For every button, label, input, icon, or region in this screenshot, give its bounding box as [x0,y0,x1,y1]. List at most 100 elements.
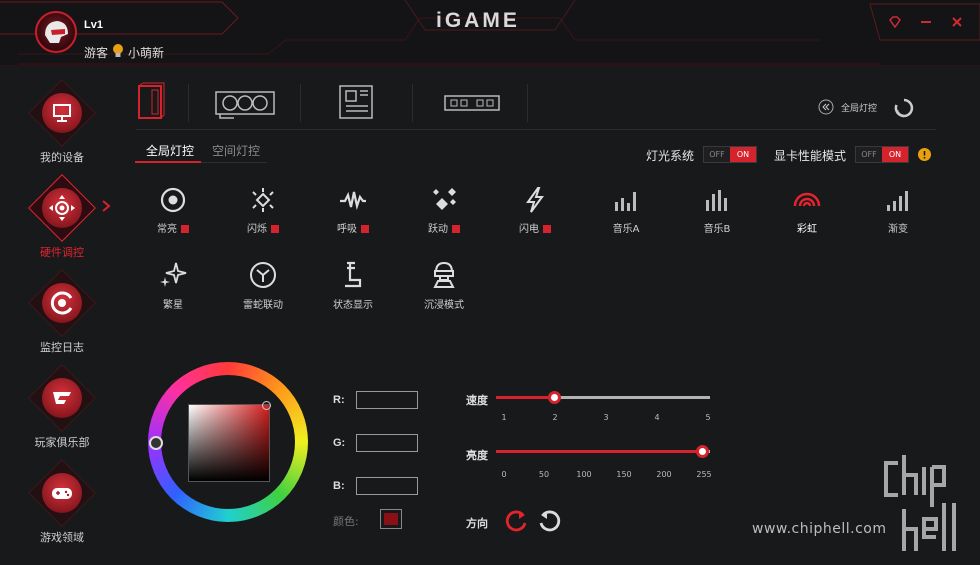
effect-static[interactable]: 常亮 [138,186,208,242]
lightning-icon [526,187,544,213]
minimize-button[interactable] [911,8,941,36]
device-tab-case[interactable] [136,82,166,126]
effect-stars[interactable]: 繁星 [138,260,208,316]
igame-logo: iGAME [436,9,520,32]
tab-global-light[interactable]: 全局灯控 [146,142,194,159]
light-system-toggle[interactable]: OFF ON [703,146,757,163]
sidebar-item-my-devices[interactable]: 我的设备 [20,79,104,175]
refresh-icon[interactable] [893,97,915,119]
effect-razer-sync[interactable]: 雷蛇联动 [228,260,298,316]
speed-slider-thumb[interactable] [548,391,561,404]
device-tab-graphics-card[interactable] [214,82,276,126]
graphics-card-icon [215,91,275,119]
effect-rainbow[interactable]: 彩虹 [772,186,842,242]
music-bars-a-icon [615,192,636,211]
sidebar-item-game-zone[interactable]: 游戏领域 [20,459,104,555]
pc-case-icon [138,82,165,119]
avatar[interactable] [35,11,77,53]
brightness-tick: 0 [501,470,507,479]
gpu-mode-toggle[interactable]: OFF ON [855,146,909,163]
effect-lightning[interactable]: 闪电 [500,186,570,242]
user-level: Lv1 [84,19,103,31]
effect-status-display[interactable]: 状态显示 [318,260,388,316]
color-swatch[interactable] [380,509,402,529]
minimize-icon [921,21,931,23]
rainbow-icon [793,192,821,207]
monitor-log-icon [42,283,82,323]
immersive-icon [433,261,455,288]
speed-tick: 5 [705,413,711,422]
club-icon [42,378,82,418]
global-light-control-button[interactable]: 全局灯控 [818,99,877,115]
skin-button[interactable] [880,8,910,36]
brightness-label: 亮度 [466,450,488,462]
blink-icon [252,188,274,212]
brightness-tick: 100 [576,470,592,479]
b-input[interactable] [356,477,418,495]
effect-label: 雷蛇联动 [243,300,283,311]
sidebar-item-hardware-control[interactable]: 硬件调控 [20,174,104,270]
bounce-icon [433,188,456,210]
speed-tick: 4 [654,413,660,422]
effect-immersive[interactable]: 沉浸模式 [409,260,479,316]
rotate-counterclockwise-icon[interactable] [537,508,563,534]
effect-label: 彩虹 [797,224,817,235]
status-icon [345,261,362,288]
subtab-active-indicator [135,161,201,163]
rotate-clockwise-icon[interactable] [503,508,529,534]
chiphell-logo [884,455,956,551]
user-role: 游客 [84,46,109,60]
tab-divider [527,84,528,122]
stars-icon [160,262,187,287]
device-tab-motherboard[interactable] [338,82,374,126]
sidebar-item-label: 监控日志 [40,341,84,354]
effect-music-b[interactable]: 音乐B [682,186,752,242]
sidebar-item-label: 硬件调控 [40,246,84,259]
sidebar-item-label: 玩家俱乐部 [34,436,90,449]
control-pad-icon [42,188,82,228]
brightness-slider[interactable] [496,445,710,458]
brightness-tick: 50 [538,470,550,479]
effect-music-a[interactable]: 音乐A [591,186,661,242]
toggle-on: ON [882,147,908,162]
effect-label: 音乐A [612,224,640,235]
effect-marker [543,225,551,233]
effect-bounce[interactable]: 跃动 [409,186,479,242]
toggle-off: OFF [704,147,730,162]
sv-picker-handle[interactable] [262,401,271,410]
speed-tick: 3 [603,413,609,422]
gem-icon [889,16,901,28]
effect-breath[interactable]: 呼吸 [318,186,388,242]
effect-gradient[interactable]: 渐变 [863,186,933,242]
effect-label: 常亮 [157,220,189,235]
saturation-value-box[interactable] [188,404,270,482]
brightness-tick: 150 [616,470,632,479]
brightness-slider-thumb[interactable] [696,445,709,458]
tab-divider [188,84,189,122]
memory-icon [444,95,500,111]
effect-blink[interactable]: 闪烁 [228,186,298,242]
close-button[interactable] [942,8,972,36]
color-label: 颜色: [333,515,359,528]
tab-underline [136,129,936,130]
tab-space-light[interactable]: 空间灯控 [212,142,260,159]
r-input[interactable] [356,391,418,409]
b-label: B: [333,480,345,492]
gradient-bars-icon [887,191,908,211]
bulb-icon [113,44,123,57]
sidebar-item-monitor-log[interactable]: 监控日志 [20,269,104,365]
device-tab-memory[interactable] [443,82,501,126]
speed-slider[interactable] [496,391,710,404]
hue-picker-handle[interactable] [149,436,163,450]
speed-label: 速度 [466,395,488,407]
warning-icon[interactable] [918,148,931,161]
gpu-mode-label: 显卡性能模式 [774,149,847,163]
r-label: R: [333,394,345,406]
g-input[interactable] [356,434,418,452]
toggle-off: OFF [856,147,882,162]
brightness-tick: 255 [696,470,712,479]
sidebar-item-player-club[interactable]: 玩家俱乐部 [20,364,104,460]
speed-tick: 1 [501,413,507,422]
effect-label: 呼吸 [337,220,369,235]
effect-marker [181,225,189,233]
